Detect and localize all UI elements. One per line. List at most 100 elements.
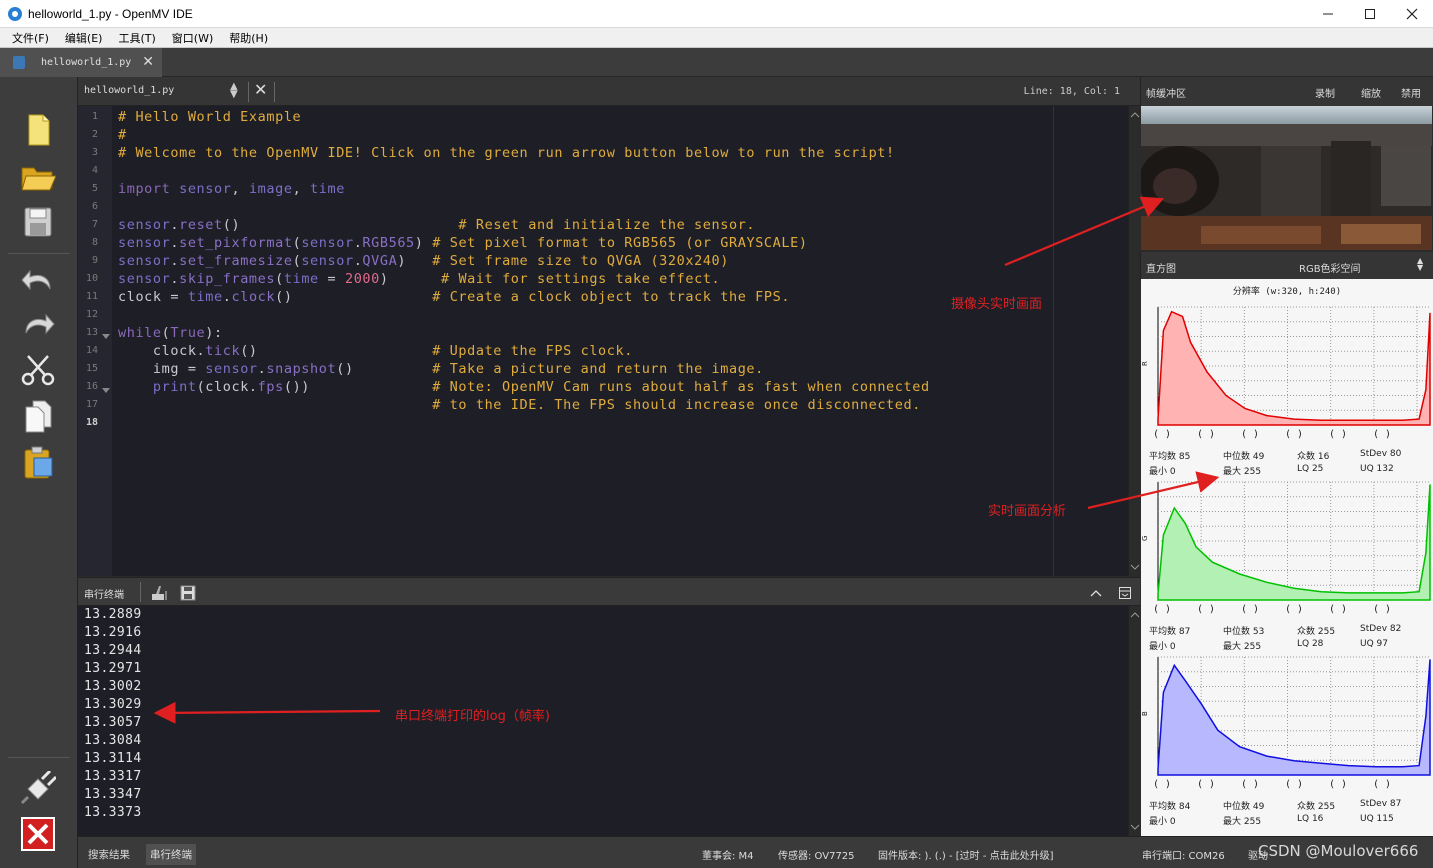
code-line[interactable]: sensor.set_framesize(sensor.QVGA) # Set …	[118, 253, 729, 269]
stop-button[interactable]	[18, 815, 58, 853]
terminal-scrollbar[interactable]	[1128, 606, 1140, 836]
code-line[interactable]: sensor.skip_frames(time = 2000) # Wait f…	[118, 271, 720, 287]
code-token: ()	[275, 289, 433, 305]
line-number: 8	[91, 237, 98, 248]
histogram-control-mark[interactable]: ( )	[1285, 779, 1303, 790]
histogram-control-mark[interactable]: ( )	[1153, 429, 1171, 440]
menu-edit[interactable]: 编辑(E)	[57, 30, 111, 46]
menu-window[interactable]: 窗口(W)	[164, 30, 221, 46]
minimize-button[interactable]	[1307, 0, 1349, 28]
close-button[interactable]	[1391, 0, 1433, 28]
colorspace-arrows-icon[interactable]: ▲ ▼	[1417, 257, 1423, 272]
fold-toggle-icon[interactable]	[102, 388, 110, 393]
maximize-terminal-icon[interactable]	[1118, 586, 1132, 600]
histogram-control-mark[interactable]: ( )	[1373, 429, 1391, 440]
fold-toggle-icon[interactable]	[102, 334, 110, 339]
code-token: skip_frames	[179, 271, 276, 287]
tab-close-icon[interactable]: ✕	[142, 54, 154, 70]
cut-button[interactable]	[18, 351, 58, 389]
histogram-control-mark[interactable]: ( )	[1241, 604, 1259, 615]
histogram-control-mark[interactable]: ( )	[1197, 779, 1215, 790]
maximize-button[interactable]	[1349, 0, 1391, 28]
histogram-stat-mean: 平均数 87	[1149, 627, 1191, 637]
histogram-resolution: 分辨率 (w:320, h:240)	[1232, 287, 1342, 297]
code-line[interactable]: # to the IDE. The FPS should increase on…	[118, 397, 921, 413]
code-token: # Set pixel format to RGB565 (or GRAYSCA…	[432, 235, 808, 251]
connect-button[interactable]	[18, 769, 58, 807]
colorspace-selector[interactable]: RGB色彩空间	[1299, 260, 1361, 275]
code-line[interactable]: clock = time.clock() # Create a clock ob…	[118, 289, 790, 305]
collapse-terminal-icon[interactable]	[1089, 587, 1103, 599]
open-file-button[interactable]	[18, 157, 58, 195]
histogram-control-mark[interactable]: ( )	[1373, 779, 1391, 790]
code-line[interactable]: img = sensor.snapshot() # Take a picture…	[118, 361, 764, 377]
save-button[interactable]	[18, 203, 58, 241]
menu-help[interactable]: 帮助(H)	[221, 30, 276, 46]
editor-file-selector[interactable]: helloworld_1.py	[84, 85, 174, 96]
code-token: sensor	[118, 235, 171, 251]
code-line[interactable]: # Welcome to the OpenMV IDE! Click on th…	[118, 145, 895, 161]
code-editor[interactable]: 1 2 3 4 5 6 7 8 9 10 11 12 13 14 15 16 17 18 # Hello Worl…	[78, 106, 1128, 576]
tab-helloworld[interactable]: helloworld_1.py ✕	[0, 48, 162, 77]
disable-button[interactable]: 禁用	[1401, 85, 1421, 100]
histogram-control-mark[interactable]: ( )	[1197, 429, 1215, 440]
histogram-control-mark[interactable]: ( )	[1329, 604, 1347, 615]
histogram-b-plot: B ( ) ( ) ( ) ( ) ( ) ( )	[1141, 656, 1431, 790]
clear-terminal-icon[interactable]	[150, 585, 168, 601]
terminal-line: 13.2889	[84, 607, 142, 622]
close-editor-icon[interactable]: ✕	[254, 80, 267, 99]
serial-port-info: 串行端口: COM26	[1142, 851, 1225, 862]
code-line[interactable]: sensor.set_pixformat(sensor.RGB565) # Se…	[118, 235, 808, 251]
code-line[interactable]: sensor.reset() # Reset and initialize th…	[118, 217, 755, 233]
code-line[interactable]: import sensor, image, time	[118, 181, 345, 197]
redo-button[interactable]	[18, 305, 58, 343]
code-token: print	[152, 379, 197, 395]
toolbar-separator	[8, 253, 70, 254]
code-line[interactable]: while(True):	[118, 325, 223, 341]
firmware-info[interactable]: 固件版本: ). (.) - [过时 - 点击此处升级]	[878, 847, 1054, 862]
histogram-control-mark[interactable]: ( )	[1153, 779, 1171, 790]
histogram-stat-mean: 平均数 85	[1149, 452, 1191, 462]
file-selector-arrows-icon[interactable]: ▲ ▼	[230, 82, 238, 100]
code-line[interactable]: #	[118, 127, 127, 143]
paste-button[interactable]	[18, 443, 58, 481]
terminal-line: 13.3029	[84, 697, 142, 712]
code-token: import	[118, 181, 180, 197]
serial-terminal-output[interactable]: 13.2889 13.2916 13.2944 13.2971 13.3002 13.30…	[78, 606, 1128, 836]
menu-file[interactable]: 文件(F)	[4, 30, 57, 46]
histogram-area	[1157, 484, 1431, 601]
terminal-line: 13.3317	[84, 769, 142, 784]
histogram-control-mark[interactable]: ( )	[1329, 429, 1347, 440]
histogram-control-mark[interactable]: ( )	[1285, 604, 1303, 615]
histogram-control-mark[interactable]: ( )	[1197, 604, 1215, 615]
histogram-control-mark[interactable]: ( )	[1329, 779, 1347, 790]
save-terminal-icon[interactable]	[180, 585, 196, 601]
code-token: True	[170, 325, 206, 341]
histogram-control-mark[interactable]: ( )	[1373, 604, 1391, 615]
new-file-button[interactable]	[18, 111, 58, 149]
code-line[interactable]: print(clock.fps()) # Note: OpenMV Cam ru…	[118, 379, 930, 395]
menu-tools[interactable]: 工具(T)	[110, 30, 163, 46]
record-button[interactable]: 录制	[1315, 85, 1335, 100]
histogram-area	[1157, 659, 1431, 776]
tab-serial-terminal[interactable]: 串行终端	[146, 844, 196, 865]
code-token: # Hello World Example	[118, 109, 302, 125]
openmv-ide-window: helloworld_1.py - OpenMV IDE 文件(F) 编辑(E)…	[0, 0, 1433, 868]
line-number: 6	[91, 201, 98, 212]
zoom-button[interactable]: 缩放	[1361, 85, 1381, 100]
copy-button[interactable]	[18, 397, 58, 435]
histogram-control-mark[interactable]: ( )	[1241, 429, 1259, 440]
code-line[interactable]: clock.tick() # Update the FPS clock.	[118, 343, 633, 359]
code-token: snapshot	[266, 361, 337, 377]
histogram-control-mark[interactable]: ( )	[1285, 429, 1303, 440]
document-tab-bar: helloworld_1.py ✕	[0, 48, 1433, 77]
scroll-up-icon	[1130, 612, 1140, 618]
histogram-control-mark[interactable]: ( )	[1153, 604, 1171, 615]
histogram-control-mark[interactable]: ( )	[1241, 779, 1259, 790]
undo-button[interactable]	[18, 261, 58, 299]
code-token: # Welcome to the OpenMV IDE! Click on th…	[118, 145, 895, 161]
editor-scrollbar[interactable]	[1128, 106, 1140, 576]
histogram-stat-mean: 平均数 84	[1149, 802, 1191, 812]
tab-search-results[interactable]: 搜索结果	[84, 844, 134, 865]
code-line[interactable]: # Hello World Example	[118, 109, 301, 125]
